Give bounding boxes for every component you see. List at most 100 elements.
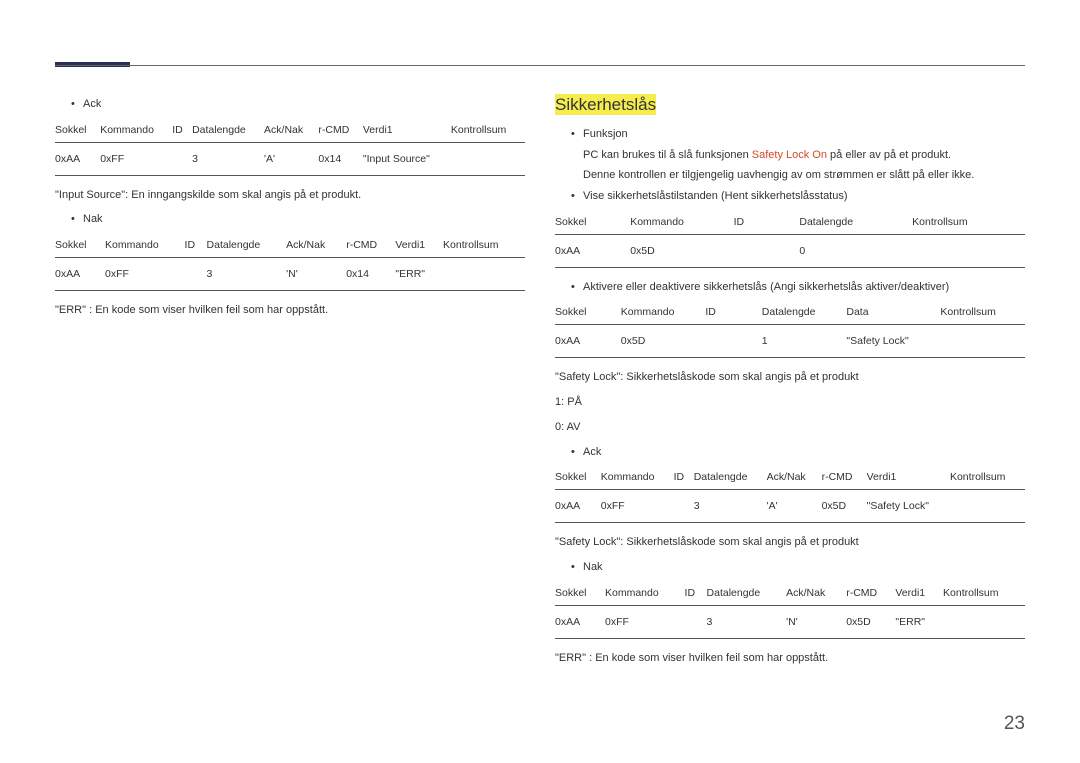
- table-row: 0xAA 0xFF 3 'A' 0x14 "Input Source": [55, 142, 525, 175]
- td: 0xAA: [555, 234, 630, 267]
- th: Kontrollsum: [940, 300, 1025, 325]
- td: [734, 234, 800, 267]
- th: Verdi1: [363, 118, 451, 143]
- td: [912, 234, 1025, 267]
- th: Kommando: [630, 210, 733, 235]
- th: Sokkel: [555, 300, 621, 325]
- th: Sokkel: [555, 581, 605, 606]
- td: 3: [694, 490, 767, 523]
- td: 0xAA: [55, 142, 100, 175]
- th: Verdi1: [395, 233, 443, 258]
- th: r-CMD: [846, 581, 895, 606]
- table-row: 0xAA 0x5D 0: [555, 234, 1025, 267]
- th: Sokkel: [55, 118, 100, 143]
- td: 0x5D: [822, 490, 867, 523]
- funksjon-bullet: Funksjon: [555, 125, 1025, 144]
- text: PC kan brukes til å slå funksjonen: [583, 149, 752, 161]
- err-note-right: "ERR" : En kode som viser hvilken feil s…: [555, 649, 1025, 668]
- td: 0x5D: [846, 605, 895, 638]
- table-row: 0xAA 0xFF 3 'A' 0x5D "Safety Lock": [555, 490, 1025, 523]
- td: [185, 258, 207, 291]
- td: [172, 142, 192, 175]
- th: Kontrollsum: [451, 118, 525, 143]
- page-number: 23: [1004, 713, 1025, 735]
- th: Kommando: [601, 465, 674, 490]
- th: Datalengde: [207, 233, 287, 258]
- funksjon-line1: PC kan brukes til å slå funksjonen Safet…: [555, 146, 1025, 165]
- td: 0x5D: [630, 234, 733, 267]
- th: Ack/Nak: [264, 118, 318, 143]
- td: 0x14: [346, 258, 395, 291]
- td: 'N': [786, 605, 846, 638]
- td: 0x5D: [621, 325, 706, 358]
- td: [940, 325, 1025, 358]
- off-line: 0: AV: [555, 418, 1025, 437]
- left-column: Ack Sokkel Kommando ID Datalengde Ack/Na…: [55, 95, 525, 673]
- th: Ack/Nak: [786, 581, 846, 606]
- on-line: 1: PÅ: [555, 393, 1025, 412]
- th: ID: [685, 581, 707, 606]
- td: 0xAA: [555, 490, 601, 523]
- td: 'A': [264, 142, 318, 175]
- set-table: Sokkel Kommando ID Datalengde Data Kontr…: [555, 300, 1025, 358]
- input-source-note: "Input Source": En inngangskilde som ska…: [55, 186, 525, 205]
- th: Kontrollsum: [943, 581, 1025, 606]
- section-title: Sikkerhetslås: [555, 95, 1025, 115]
- ack-table-right: Sokkel Kommando ID Datalengde Ack/Nak r-…: [555, 465, 1025, 523]
- th: Datalengde: [694, 465, 767, 490]
- td: 'N': [286, 258, 346, 291]
- th: Datalengde: [707, 581, 787, 606]
- table-row: 0xAA 0xFF 3 'N' 0x14 "ERR": [55, 258, 525, 291]
- td: [451, 142, 525, 175]
- td: 0: [799, 234, 912, 267]
- td: "Input Source": [363, 142, 451, 175]
- td: 3: [707, 605, 787, 638]
- th: ID: [705, 300, 761, 325]
- table-row: 0xAA 0xFF 3 'N' 0x5D "ERR": [555, 605, 1025, 638]
- th: r-CMD: [822, 465, 867, 490]
- td: 0xFF: [100, 142, 172, 175]
- td: 3: [207, 258, 287, 291]
- td: 0x14: [318, 142, 362, 175]
- td: [950, 490, 1025, 523]
- funksjon-line2: Denne kontrollen er tilgjengelig uavheng…: [555, 166, 1025, 185]
- td: 'A': [767, 490, 822, 523]
- td: "Safety Lock": [846, 325, 940, 358]
- err-note-left: "ERR" : En kode som viser hvilken feil s…: [55, 301, 525, 320]
- th: Datalengde: [762, 300, 847, 325]
- td: 0xAA: [555, 325, 621, 358]
- td: 1: [762, 325, 847, 358]
- td: 0xAA: [55, 258, 105, 291]
- th: Kontrollsum: [443, 233, 525, 258]
- th: Verdi1: [867, 465, 950, 490]
- td: [443, 258, 525, 291]
- th: Ack/Nak: [286, 233, 346, 258]
- section-title-highlight: Sikkerhetslås: [555, 94, 656, 115]
- th: Verdi1: [895, 581, 943, 606]
- th: Datalengde: [799, 210, 912, 235]
- th: r-CMD: [318, 118, 362, 143]
- th: Datalengde: [192, 118, 264, 143]
- th: Kommando: [621, 300, 706, 325]
- th: Kommando: [605, 581, 685, 606]
- th: Kontrollsum: [950, 465, 1025, 490]
- safety-lock-note: "Safety Lock": Sikkerhetslåskode som ska…: [555, 368, 1025, 387]
- th: ID: [734, 210, 800, 235]
- header-divider: [55, 65, 1025, 66]
- th: Kommando: [100, 118, 172, 143]
- td: "ERR": [895, 605, 943, 638]
- th: Ack/Nak: [767, 465, 822, 490]
- td: 0xFF: [105, 258, 185, 291]
- th: Sokkel: [555, 210, 630, 235]
- th: ID: [172, 118, 192, 143]
- td: 0xFF: [601, 490, 674, 523]
- th: Kommando: [105, 233, 185, 258]
- view-table: Sokkel Kommando ID Datalengde Kontrollsu…: [555, 210, 1025, 268]
- td: [943, 605, 1025, 638]
- text: på eller av på et produkt.: [827, 149, 951, 161]
- td: [685, 605, 707, 638]
- td: [674, 490, 694, 523]
- ack-bullet: Ack: [55, 95, 525, 114]
- td: 0xAA: [555, 605, 605, 638]
- nak-table-right: Sokkel Kommando ID Datalengde Ack/Nak r-…: [555, 581, 1025, 639]
